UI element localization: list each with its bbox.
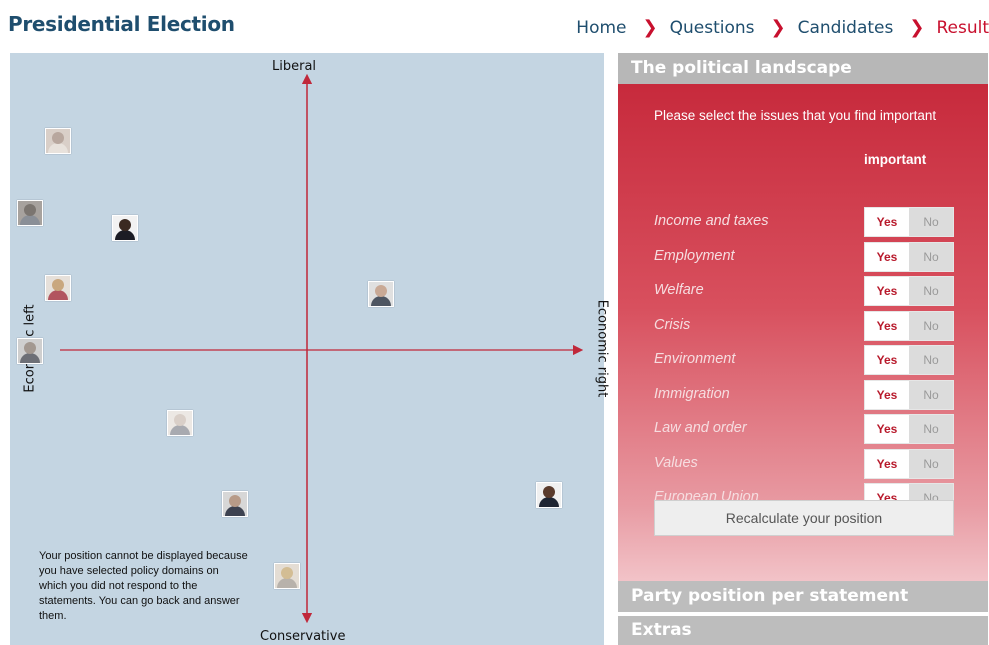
candidate-body <box>47 143 68 153</box>
recalculate-button[interactable]: Recalculate your position <box>654 500 954 536</box>
candidate-photo[interactable] <box>112 215 138 241</box>
candidate-head <box>51 132 64 144</box>
candidate-photo[interactable] <box>17 200 44 226</box>
importance-toggle: Yes No <box>864 276 954 306</box>
importance-toggle: Yes No <box>864 241 954 272</box>
candidate-body <box>47 290 68 300</box>
section-political-landscape[interactable]: The political landscape <box>618 53 988 84</box>
candidate-photo[interactable] <box>535 482 562 508</box>
candidate-body <box>169 425 190 435</box>
axis-label-economic-right: Economic right <box>594 299 610 398</box>
yes-button[interactable]: Yes <box>865 242 909 271</box>
chevron-right-icon: ❯ <box>770 17 786 38</box>
candidate-head <box>51 279 64 291</box>
candidate-photo[interactable] <box>44 275 71 301</box>
importance-toggle: Yes No <box>864 379 954 410</box>
issue-label: Income and taxes <box>654 213 769 229</box>
chevron-right-icon: ❯ <box>909 17 925 38</box>
yes-button[interactable]: Yes <box>865 208 909 236</box>
yes-button[interactable]: Yes <box>865 311 909 340</box>
chevron-right-icon: ❯ <box>642 17 658 38</box>
yes-button[interactable]: Yes <box>865 449 909 478</box>
candidate-head <box>24 342 37 354</box>
issue-label: Values <box>654 454 698 471</box>
candidate-head <box>280 567 293 579</box>
candidate-photo[interactable] <box>166 410 193 436</box>
yes-button[interactable]: Yes <box>865 415 909 443</box>
candidate-photo[interactable] <box>273 563 300 589</box>
issue-label: Employment <box>654 247 735 264</box>
axis-label-conservative: Conservative <box>260 629 346 644</box>
breadcrumb-home[interactable]: Home <box>576 18 626 38</box>
candidate-body <box>20 215 41 225</box>
no-button[interactable]: No <box>909 311 953 340</box>
candidate-body <box>371 296 392 306</box>
no-button[interactable]: No <box>909 277 953 305</box>
no-button[interactable]: No <box>909 346 953 374</box>
candidate-photo[interactable] <box>221 491 248 517</box>
yes-button[interactable]: Yes <box>865 380 909 409</box>
no-button[interactable]: No <box>909 242 953 271</box>
candidate-photo[interactable] <box>17 338 44 364</box>
importance-toggle: Yes No <box>864 345 954 375</box>
candidate-body <box>276 578 297 588</box>
section-party-position[interactable]: Party position per statement <box>618 581 988 612</box>
political-landscape-plot: Liberal Conservative Economic left Econo… <box>10 53 610 645</box>
candidate-head <box>24 204 37 216</box>
position-note: Your position cannot be displayed becaus… <box>39 550 248 622</box>
issue-label: Environment <box>654 351 736 367</box>
breadcrumb-result[interactable]: Result <box>936 18 989 38</box>
candidate-body <box>224 506 245 516</box>
yes-button[interactable]: Yes <box>865 277 909 305</box>
candidate-head <box>173 414 186 426</box>
candidate-body <box>115 230 135 240</box>
issue-label: Crisis <box>654 316 691 333</box>
no-button[interactable]: No <box>909 449 953 478</box>
importance-toggle: Yes No <box>864 414 954 444</box>
importance-toggle: Yes No <box>864 207 954 237</box>
app-title: Presidential Election <box>8 12 235 36</box>
no-button[interactable]: No <box>909 208 953 236</box>
yes-button[interactable]: Yes <box>865 346 909 374</box>
candidate-head <box>228 495 241 507</box>
importance-toggle: Yes No <box>864 310 954 341</box>
candidate-photo[interactable] <box>368 281 395 307</box>
issue-label: Immigration <box>654 385 730 402</box>
breadcrumb-questions[interactable]: Questions <box>670 18 755 38</box>
breadcrumb-candidates[interactable]: Candidates <box>798 18 894 38</box>
important-column-header: important <box>864 152 927 167</box>
issue-label: Welfare <box>654 282 704 298</box>
candidate-body <box>20 353 41 363</box>
issues-form: Please select the issues that you find i… <box>618 84 988 581</box>
candidate-body <box>538 497 559 507</box>
candidate-head <box>375 285 388 297</box>
candidate-head <box>542 486 555 498</box>
importance-toggle: Yes No <box>864 448 954 479</box>
side-panel: The political landscape Please select th… <box>618 53 988 645</box>
candidate-head <box>119 219 131 231</box>
no-button[interactable]: No <box>909 415 953 443</box>
candidate-photo[interactable] <box>44 128 71 154</box>
breadcrumb: Home ❯ Questions ❯ Candidates ❯ Result <box>576 17 989 38</box>
axis-label-liberal: Liberal <box>272 59 317 74</box>
issues-instruction: Please select the issues that you find i… <box>654 108 937 123</box>
no-button[interactable]: No <box>909 380 953 409</box>
issue-label: Law and order <box>654 420 747 436</box>
section-extras[interactable]: Extras <box>618 616 988 645</box>
